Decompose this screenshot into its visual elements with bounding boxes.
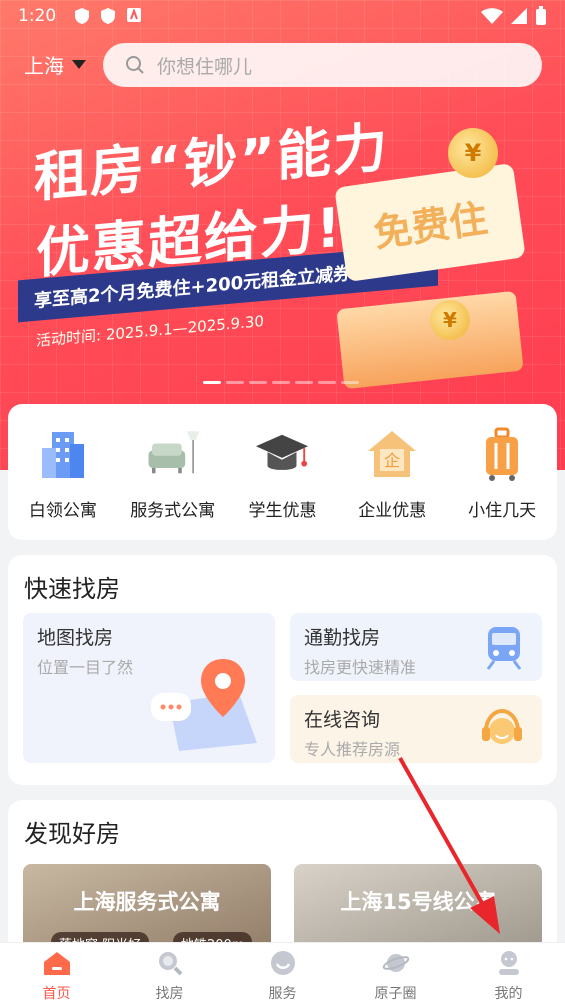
online-consult-tile[interactable]: 在线咨询 专人推荐房源 <box>290 695 542 763</box>
search-input[interactable]: 你想住哪儿 <box>103 43 542 87</box>
apartment-building-icon <box>41 432 84 478</box>
city-label: 上海 <box>24 54 64 78</box>
service-smile-icon <box>270 951 295 975</box>
carousel-dot <box>226 381 244 384</box>
category-label: 白领公寓 <box>28 501 97 521</box>
tab-label: 首页 <box>42 986 71 1002</box>
carousel-dot <box>249 381 267 384</box>
city-selector[interactable]: 上海 <box>24 50 86 79</box>
status-bar: 1:20 <box>0 0 565 32</box>
category-card: 白领公寓 服务式公寓 学生优惠 企 企业优惠 小住几天 <box>8 404 557 540</box>
search-icon <box>158 952 182 976</box>
category-student[interactable]: 学生优惠 <box>230 426 335 540</box>
app-a-icon <box>127 8 142 22</box>
carousel-dot <box>203 381 221 384</box>
tab-profile[interactable]: 我的 <box>464 943 554 1004</box>
category-white-collar[interactable]: 白领公寓 <box>10 426 115 540</box>
tab-label: 原子圈 <box>374 986 417 1002</box>
train-icon <box>486 627 522 670</box>
category-label: 企业优惠 <box>358 501 427 521</box>
listing-title: 上海服务式公寓 <box>73 890 221 914</box>
tab-home[interactable]: 首页 <box>12 943 102 1004</box>
carousel-dot <box>272 381 290 384</box>
headset-agent-icon <box>482 708 522 744</box>
commute-search-tile[interactable]: 通勤找房 找房更快速精准 <box>290 613 542 681</box>
search-icon <box>126 56 144 74</box>
tab-find-house[interactable]: 找房 <box>125 943 215 1004</box>
quick-find-card: 快速找房 地图找房 位置一目了然 通勤找房 找房更快速精准 在线咨询 专人推荐房… <box>8 555 557 785</box>
bottom-tab-bar: 首页 找房 服务 原子圈 我的 <box>0 942 565 1004</box>
category-enterprise[interactable]: 企 企业优惠 <box>340 426 445 540</box>
category-serviced-apartment[interactable]: 服务式公寓 <box>120 426 225 540</box>
caret-down-icon <box>72 59 86 69</box>
tab-label: 找房 <box>155 986 184 1002</box>
sofa-lamp-icon <box>148 431 199 474</box>
graduation-cap-icon <box>256 434 309 470</box>
coin-icon: ¥ <box>430 300 470 340</box>
map-pin-icon <box>151 659 257 751</box>
discover-card: 发现好房 上海服务式公寓 落地窗 阳光好 地铁200m 上海15号线公寓 <box>8 800 557 960</box>
status-time: 1:20 <box>18 6 57 26</box>
search-placeholder: 你想住哪儿 <box>157 55 253 78</box>
coin-icon: ¥ <box>448 128 498 178</box>
tab-atom-circle[interactable]: 原子圈 <box>351 943 441 1004</box>
carousel-dot <box>318 381 336 384</box>
tab-label: 服务 <box>268 986 297 1002</box>
carousel-dot <box>341 381 359 384</box>
carousel-indicator <box>203 381 359 384</box>
section-title: 发现好房 <box>24 820 120 848</box>
section-title: 快速找房 <box>24 575 120 603</box>
category-label: 学生优惠 <box>248 501 317 521</box>
enterprise-house-icon: 企 <box>368 431 417 477</box>
shield-alert-icon <box>101 8 116 24</box>
map-search-tile[interactable]: 地图找房 位置一目了然 <box>23 613 275 763</box>
wifi-icon <box>481 8 503 24</box>
tile-title: 地图找房 <box>37 627 114 649</box>
tab-label: 我的 <box>494 986 523 1002</box>
carousel-dot <box>295 381 313 384</box>
battery-icon <box>536 6 546 25</box>
home-icon <box>43 952 70 975</box>
tab-service[interactable]: 服务 <box>238 943 328 1004</box>
profile-icon <box>498 951 519 975</box>
category-label: 服务式公寓 <box>130 501 216 521</box>
luggage-icon <box>486 427 519 481</box>
listing-title: 上海15号线公寓 <box>340 890 496 914</box>
svg-text:企: 企 <box>384 451 400 470</box>
signal-icon <box>511 8 527 24</box>
planet-icon <box>382 954 409 972</box>
shield-icon <box>75 8 90 24</box>
category-short-stay[interactable]: 小住几天 <box>450 426 555 540</box>
category-label: 小住几天 <box>468 501 537 521</box>
